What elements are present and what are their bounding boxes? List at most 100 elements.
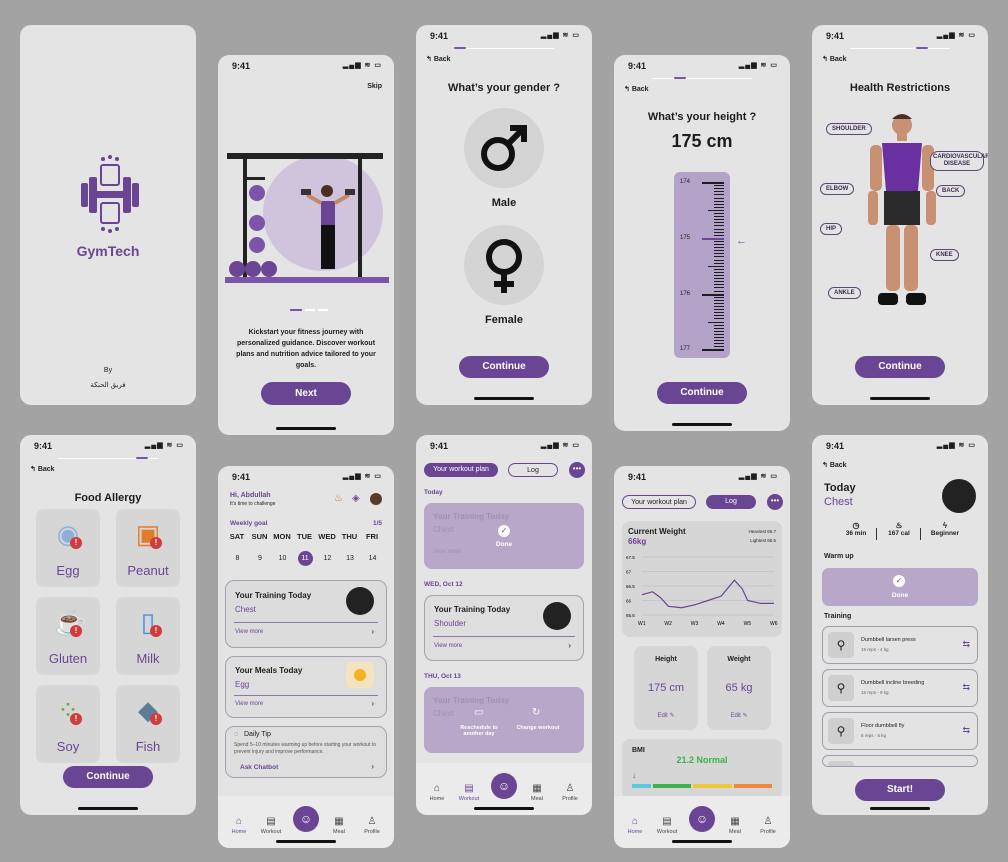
continue-button[interactable]: Continue <box>63 766 153 788</box>
nav-meal[interactable]: ▦ Meal <box>720 816 750 835</box>
body-figure <box>868 114 936 305</box>
training-card-wed[interactable]: Your Training Today Shoulder View more › <box>424 595 584 661</box>
more-icon[interactable]: ••• <box>767 494 783 510</box>
allergy-fish[interactable]: ◆ ! Fish <box>116 685 180 763</box>
date-11[interactable]: 11 <box>297 551 313 566</box>
male-option[interactable] <box>464 108 544 188</box>
restriction-knee[interactable]: KNEE <box>930 249 959 261</box>
back-arrow-icon: ↰ <box>822 462 828 469</box>
skip-button[interactable]: Skip <box>367 83 382 90</box>
streak-icon[interactable]: ♨ <box>334 493 343 504</box>
ruler-tick <box>714 259 724 261</box>
nav-profile[interactable]: ♙ Profile <box>357 816 387 835</box>
continue-button[interactable]: Continue <box>855 356 945 378</box>
nav-profile[interactable]: ♙ Profile <box>555 783 585 802</box>
restriction-cardiovascular[interactable]: CARDIOVASCULAR DISEASE <box>930 151 988 171</box>
restriction-shoulder[interactable]: SHOULDER <box>826 123 872 135</box>
date-13[interactable]: 13 <box>343 551 358 566</box>
view-more-link[interactable]: View more <box>235 701 263 707</box>
view-more-link[interactable]: View more <box>433 549 461 555</box>
tab-workout-plan[interactable]: Your workout plan <box>424 463 498 477</box>
back-button[interactable]: ↰ Back <box>30 465 55 473</box>
allergy-label: Gluten <box>48 651 88 666</box>
exercise-row[interactable]: ⚲ Floor dumbbell fly 8 reps - 5 kg ⇆ <box>822 712 978 750</box>
exercise-row[interactable]: ⚲ Flexed knee push-up ⇆ <box>822 755 978 767</box>
allergy-milk[interactable]: ▯ ! Milk <box>116 597 180 675</box>
start-button[interactable]: Start! <box>855 779 945 801</box>
profile-icon: ♙ <box>763 816 773 827</box>
calendar-icon[interactable]: ▭ <box>474 707 483 718</box>
bmi-pointer-icon: ↓ <box>632 771 636 780</box>
warmup-row-done[interactable]: ✓ Done <box>822 568 978 606</box>
status-time: 9:41 <box>628 472 647 482</box>
training-card[interactable]: Your Training Today Chest View more › <box>225 580 387 648</box>
date-12[interactable]: 12 <box>320 551 335 566</box>
status-icons: ▂▄▆ ≋ ▭ <box>540 32 580 39</box>
allergy-label: Soy <box>56 739 80 754</box>
edit-weight-link[interactable]: Edit ✎ <box>707 712 771 719</box>
allergy-egg[interactable]: ◉ ! Egg <box>36 509 100 587</box>
training-sub: Shoulder <box>434 619 467 628</box>
warmup-heading: Warm up <box>824 553 854 560</box>
restriction-hip[interactable]: HIP <box>820 223 843 235</box>
training-card-thu[interactable]: Your Training Today Chest ▭ Reschedule t… <box>424 687 584 753</box>
avatar[interactable] <box>370 493 382 505</box>
nav-meal[interactable]: ▦ Meal <box>324 816 354 835</box>
back-button[interactable]: ↰ Back <box>624 85 649 93</box>
continue-button[interactable]: Continue <box>459 356 549 378</box>
reschedule-action[interactable]: Reschedule to another day <box>454 725 504 737</box>
nav-home[interactable]: ⌂ Home <box>224 816 254 835</box>
allergy-soy[interactable]: ⁘ ! Soy <box>36 685 100 763</box>
chatbot-fab[interactable]: ☺ <box>689 806 715 832</box>
ruler-tick <box>708 265 724 267</box>
edit-height-link[interactable]: Edit ✎ <box>634 712 698 719</box>
female-label: Female <box>485 314 523 326</box>
next-button[interactable]: Next <box>261 382 351 405</box>
continue-button[interactable]: Continue <box>657 382 747 404</box>
date-14[interactable]: 14 <box>365 551 380 566</box>
lightest-value: Lightest 65.5 <box>750 538 776 543</box>
nav-home[interactable]: ⌂ Home <box>422 783 452 802</box>
tab-log[interactable]: Log <box>508 463 558 477</box>
back-button[interactable]: ↰ Back <box>822 55 847 63</box>
warning-icon: ! <box>150 713 162 725</box>
nav-profile[interactable]: ♙ Profile <box>753 816 783 835</box>
ask-chatbot-link[interactable]: Ask Chatbot <box>240 764 278 771</box>
chatbot-fab[interactable]: ☺ <box>293 806 319 832</box>
allergy-gluten[interactable]: ☕ ! Gluten <box>36 597 100 675</box>
view-more-link[interactable]: View more <box>235 629 263 635</box>
nav-workout[interactable]: ▤ Workout <box>256 816 286 835</box>
home-icon: ⌂ <box>433 783 441 794</box>
date-8[interactable]: 8 <box>230 551 245 566</box>
change-workout-action[interactable]: Change workout <box>516 725 560 731</box>
swap-icon[interactable]: ⇆ <box>962 639 970 650</box>
chatbot-fab[interactable]: ☺ <box>491 773 517 799</box>
tab-log[interactable]: Log <box>706 495 756 509</box>
restriction-ankle[interactable]: ANKLE <box>828 287 861 299</box>
back-button[interactable]: ↰ Back <box>822 461 847 469</box>
view-more-link[interactable]: View more <box>434 643 462 649</box>
swap-icon[interactable]: ⇆ <box>962 682 970 693</box>
back-button[interactable]: ↰ Back <box>426 55 451 63</box>
bell-icon[interactable]: ◈ <box>352 493 360 504</box>
exercise-row[interactable]: ⚲ Dumbbell larsen press 15 reps - 4 kg ⇆ <box>822 626 978 664</box>
meals-card[interactable]: Your Meals Today Egg View more › <box>225 656 387 718</box>
date-9[interactable]: 9 <box>253 551 268 566</box>
height-ruler[interactable]: 174 175 176 177 <box>674 172 730 358</box>
exercise-row[interactable]: ⚲ Dumbbell incline breeding 15 reps - 8 … <box>822 669 978 707</box>
training-card-done[interactable]: Your Training Today Chest ✓ Done View mo… <box>424 503 584 569</box>
date-10[interactable]: 10 <box>275 551 290 566</box>
allergy-peanut[interactable]: ▣ ! Peanut <box>116 509 180 587</box>
swap-icon[interactable]: ⇆ <box>962 725 970 736</box>
more-icon[interactable]: ••• <box>569 462 585 478</box>
female-option[interactable] <box>464 225 544 305</box>
restriction-back[interactable]: BACK <box>936 185 966 197</box>
nav-meal[interactable]: ▦ Meal <box>522 783 552 802</box>
workout-icon: ▤ <box>266 816 276 827</box>
nav-workout[interactable]: ▤ Workout <box>652 816 682 835</box>
tab-workout-plan[interactable]: Your workout plan <box>622 495 696 509</box>
restriction-elbow[interactable]: ELBOW <box>820 183 855 195</box>
refresh-icon[interactable]: ↻ <box>532 707 540 718</box>
nav-workout[interactable]: ▤ Workout <box>454 783 484 802</box>
nav-home[interactable]: ⌂ Home <box>620 816 650 835</box>
